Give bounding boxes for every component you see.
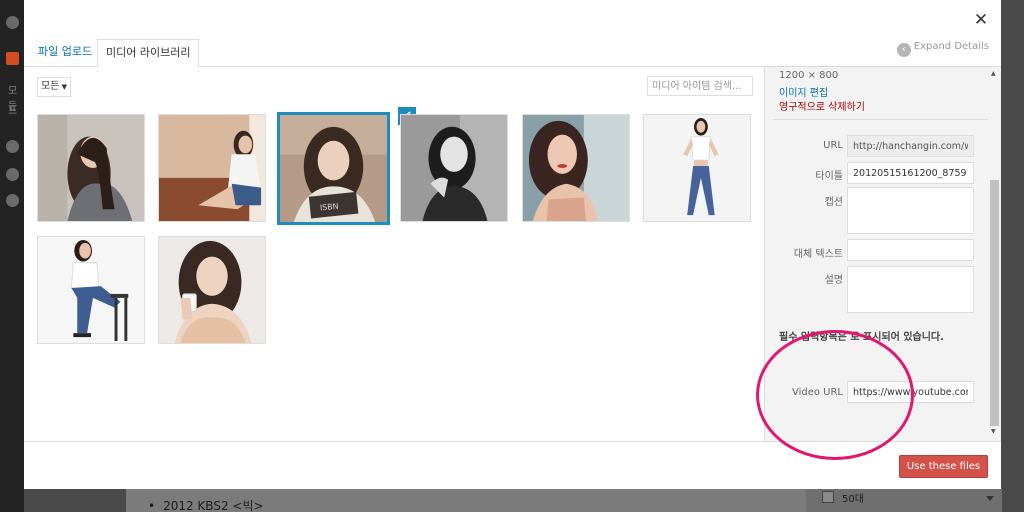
description-field[interactable] <box>847 266 974 313</box>
photo-woman-sweater-icon <box>38 115 144 221</box>
alt-text-field[interactable] <box>847 239 974 261</box>
scroll-up-icon[interactable]: ▲ <box>991 70 996 77</box>
category-checkbox[interactable] <box>822 491 834 503</box>
photo-woman-isbn-icon: ISBN <box>280 115 387 222</box>
media-thumbnail[interactable] <box>400 114 508 222</box>
tab-media-library[interactable]: 미디어 라이브러리 <box>97 39 200 67</box>
photo-woman-jeans-icon <box>644 115 750 221</box>
tab-upload-files[interactable]: 파일 업로드 <box>30 39 100 67</box>
annotation-circle <box>756 330 914 460</box>
media-thumbnail[interactable] <box>522 114 630 222</box>
alt-text-label: 대체 텍스트 <box>793 249 843 260</box>
sidebar-scrollbar[interactable]: ▲ ▼ <box>990 70 999 435</box>
expand-details-button[interactable]: ‹ Expand Details <box>896 40 989 57</box>
media-thumbnail-selected[interactable]: ISBN <box>277 112 390 225</box>
media-thumbnail[interactable] <box>158 236 266 344</box>
caption-field[interactable] <box>847 187 974 234</box>
users-icon[interactable] <box>6 168 19 181</box>
list-item: 2012 KBS2 <빅> <box>148 497 263 512</box>
photo-woman-floor-icon <box>159 115 265 221</box>
use-these-files-button[interactable]: Use these files <box>899 455 988 478</box>
dropdown-arrow-icon: ▼ <box>61 83 67 91</box>
dashboard-icon[interactable] <box>6 16 19 29</box>
meta-box-background <box>806 488 1002 512</box>
scroll-down-icon[interactable]: ▼ <box>991 428 996 435</box>
admin-menu-label[interactable]: 프 <box>8 102 17 117</box>
media-thumbnail[interactable] <box>37 236 145 344</box>
edit-image-link[interactable]: 이미지 편집 <box>779 84 828 99</box>
photo-woman-cup-icon <box>159 237 265 343</box>
posts-icon[interactable] <box>6 52 19 65</box>
title-field[interactable] <box>847 162 974 184</box>
media-thumbnail[interactable] <box>643 114 751 222</box>
media-tabs: 파일 업로드 미디어 라이브러리 <box>24 39 1001 67</box>
expand-details-label: Expand Details <box>913 41 989 52</box>
close-icon[interactable]: ✕ <box>971 10 991 30</box>
caption-label: 캡션 <box>824 197 843 208</box>
divider <box>773 119 988 120</box>
photo-woman-bw-icon <box>401 115 507 221</box>
chevron-down-icon[interactable] <box>986 496 994 501</box>
url-field[interactable] <box>847 135 974 157</box>
chevron-left-icon: ‹ <box>896 43 911 57</box>
category-label: 50대 <box>842 494 864 505</box>
scrollbar-thumb[interactable] <box>990 180 999 426</box>
media-thumbnail[interactable] <box>158 114 266 222</box>
media-thumbnail[interactable] <box>37 114 145 222</box>
settings-icon[interactable] <box>6 194 19 207</box>
tools-icon[interactable] <box>6 140 19 153</box>
title-label: 타이틀 <box>815 171 843 182</box>
photo-woman-stool-icon <box>38 237 144 343</box>
image-dimensions: 1200 × 800 <box>779 70 839 81</box>
filter-selected-value: 모든 <box>41 81 60 92</box>
delete-permanently-link[interactable]: 영구적으로 삭제하기 <box>779 98 865 113</box>
url-label: URL <box>823 140 843 151</box>
admin-sidebar: 모든 프 <box>0 0 24 512</box>
media-search-input[interactable] <box>647 76 753 96</box>
description-label: 설명 <box>824 275 843 286</box>
photo-woman-lips-icon <box>523 115 629 221</box>
media-filter-select[interactable]: 모든 ▼ <box>37 77 71 97</box>
